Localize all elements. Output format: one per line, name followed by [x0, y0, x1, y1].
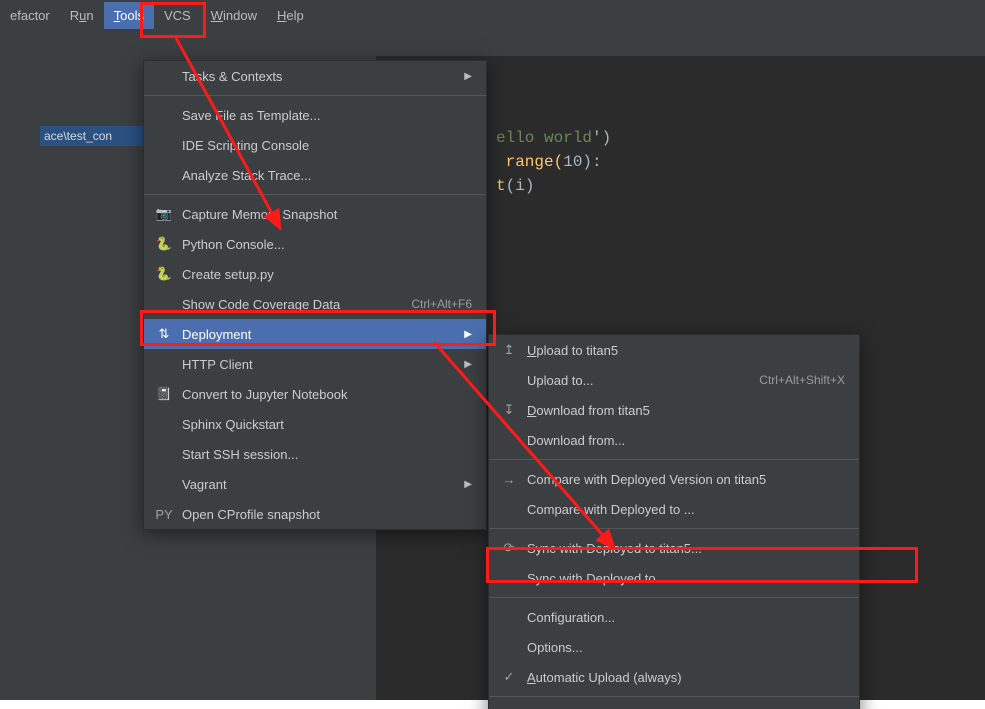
menu-separator	[489, 459, 859, 460]
check-icon: ✓	[499, 669, 519, 685]
menu-item-label: Compare with Deployed to ...	[527, 502, 845, 517]
menu-item-label: Automatic Upload (always)	[527, 670, 845, 685]
deploy-menu-item-9[interactable]: Sync with Deployed to ...	[489, 563, 859, 593]
tools-menu-item-15[interactable]: Vagrant ▶	[144, 469, 486, 499]
deployment-submenu: ↥ Upload to titan5 Upload to... Ctrl+Alt+Sh…	[488, 334, 860, 709]
tools-menu-item-13[interactable]: Sphinx Quickstart	[144, 409, 486, 439]
menu-item-label: Save File as Template...	[182, 108, 472, 123]
deploy-menu-item-13[interactable]: ✓ Automatic Upload (always)	[489, 662, 859, 692]
menu-help[interactable]: Help	[267, 2, 314, 29]
menu-item-label: HTTP Client	[182, 357, 446, 372]
tools-menu-item-4[interactable]: Analyze Stack Trace...	[144, 160, 486, 190]
tools-menu-item-14[interactable]: Start SSH session...	[144, 439, 486, 469]
sync-icon: ⟳	[499, 540, 519, 556]
deploy-menu-item-3[interactable]: Download from...	[489, 425, 859, 455]
menu-separator	[489, 696, 859, 697]
menu-window[interactable]: Window	[201, 2, 267, 29]
menu-item-label: Vagrant	[182, 477, 446, 492]
menu-icon: 📷	[154, 206, 174, 222]
tools-menu-item-2[interactable]: Save File as Template...	[144, 100, 486, 130]
menu-item-label: Upload to...	[527, 373, 735, 388]
menu-shortcut: Ctrl+Alt+F6	[411, 297, 472, 311]
menu-item-label: Download from titan5	[527, 403, 845, 418]
menu-shortcut: Ctrl+Alt+Shift+X	[759, 373, 845, 387]
ide-window: efactor Run Tools VCS Window Help ello w…	[0, 0, 985, 700]
menu-item-label: Open CProfile snapshot	[182, 507, 472, 522]
deploy-menu-item-12[interactable]: Options...	[489, 632, 859, 662]
python-setup-icon: 🐍	[154, 266, 174, 282]
deploy-menu-item-6[interactable]: Compare with Deployed to ...	[489, 494, 859, 524]
menu-vcs[interactable]: VCS	[154, 2, 201, 29]
menu-item-label: Sync with Deployed to ...	[527, 571, 845, 586]
menu-separator	[144, 95, 486, 96]
tools-menu-item-0[interactable]: Tasks & Contexts ▶	[144, 61, 486, 91]
menu-item-label: Capture Memory Snapshot	[182, 207, 472, 222]
cprofile-icon: PY	[154, 507, 174, 522]
jupyter-icon: 📓	[154, 386, 174, 402]
tools-menu-item-9[interactable]: Show Code Coverage Data Ctrl+Alt+F6	[144, 289, 486, 319]
deploy-menu-item-5[interactable]: → Compare with Deployed Version on titan5	[489, 464, 859, 494]
tools-menu-item-3[interactable]: IDE Scripting Console	[144, 130, 486, 160]
submenu-arrow-icon: ▶	[464, 359, 472, 370]
menubar: efactor Run Tools VCS Window Help	[0, 0, 985, 30]
tools-menu-item-8[interactable]: 🐍 Create setup.py	[144, 259, 486, 289]
menu-item-label: Tasks & Contexts	[182, 69, 446, 84]
upload-icon: ↥	[499, 342, 519, 358]
menu-item-label: Convert to Jupyter Notebook	[182, 387, 472, 402]
menu-tools[interactable]: Tools	[104, 2, 154, 29]
menu-item-label: Python Console...	[182, 237, 472, 252]
menu-refactor[interactable]: efactor	[0, 2, 60, 29]
deploy-menu-item-1[interactable]: Upload to... Ctrl+Alt+Shift+X	[489, 365, 859, 395]
submenu-arrow-icon: ▶	[464, 479, 472, 490]
deploy-menu-item-0[interactable]: ↥ Upload to titan5	[489, 335, 859, 365]
ide-body: ello world') range(10): t(i) ace\test_co…	[0, 30, 985, 700]
menu-separator	[144, 194, 486, 195]
menu-item-label: Start SSH session...	[182, 447, 472, 462]
menu-item-label: Show Code Coverage Data	[182, 297, 387, 312]
menu-separator	[489, 597, 859, 598]
menu-item-label: Create setup.py	[182, 267, 472, 282]
menu-item-label: Sphinx Quickstart	[182, 417, 472, 432]
menu-item-label: Analyze Stack Trace...	[182, 168, 472, 183]
tools-menu-item-16[interactable]: PY Open CProfile snapshot	[144, 499, 486, 529]
tools-menu-item-11[interactable]: HTTP Client ▶	[144, 349, 486, 379]
menu-item-label: Upload to titan5	[527, 343, 845, 358]
menu-run[interactable]: Run	[60, 2, 104, 29]
tools-menu-item-12[interactable]: 📓 Convert to Jupyter Notebook	[144, 379, 486, 409]
python-console-icon: 🐍	[154, 236, 174, 252]
tools-menu: Tasks & Contexts ▶ Save File as Template..…	[143, 60, 487, 530]
tools-menu-item-6[interactable]: 📷 Capture Memory Snapshot	[144, 199, 486, 229]
deploy-menu-item-15[interactable]: ☰Browse Remote Host	[489, 701, 859, 709]
tools-menu-item-7[interactable]: 🐍 Python Console...	[144, 229, 486, 259]
menu-item-label: Compare with Deployed Version on titan5	[527, 472, 845, 487]
download-icon: ↧	[499, 402, 519, 418]
deploy-menu-item-8[interactable]: ⟳ Sync with Deployed to titan5...	[489, 533, 859, 563]
menu-item-label: Deployment	[182, 327, 446, 342]
deployment-icon: ⇅	[154, 326, 174, 342]
project-path-chip[interactable]: ace\test_con	[40, 126, 144, 146]
menu-item-label: Options...	[527, 640, 845, 655]
menu-item-label: Download from...	[527, 433, 845, 448]
menu-item-label: Configuration...	[527, 610, 845, 625]
menu-separator	[489, 528, 859, 529]
menu-item-label: Sync with Deployed to titan5...	[527, 541, 845, 556]
deploy-menu-item-2[interactable]: ↧ Download from titan5	[489, 395, 859, 425]
submenu-arrow-icon: ▶	[464, 329, 472, 340]
tools-menu-item-10[interactable]: ⇅ Deployment ▶	[144, 319, 486, 349]
menu-item-label: IDE Scripting Console	[182, 138, 472, 153]
deploy-menu-item-11[interactable]: Configuration...	[489, 602, 859, 632]
compare-arrow-icon: →	[499, 472, 519, 487]
submenu-arrow-icon: ▶	[464, 71, 472, 82]
